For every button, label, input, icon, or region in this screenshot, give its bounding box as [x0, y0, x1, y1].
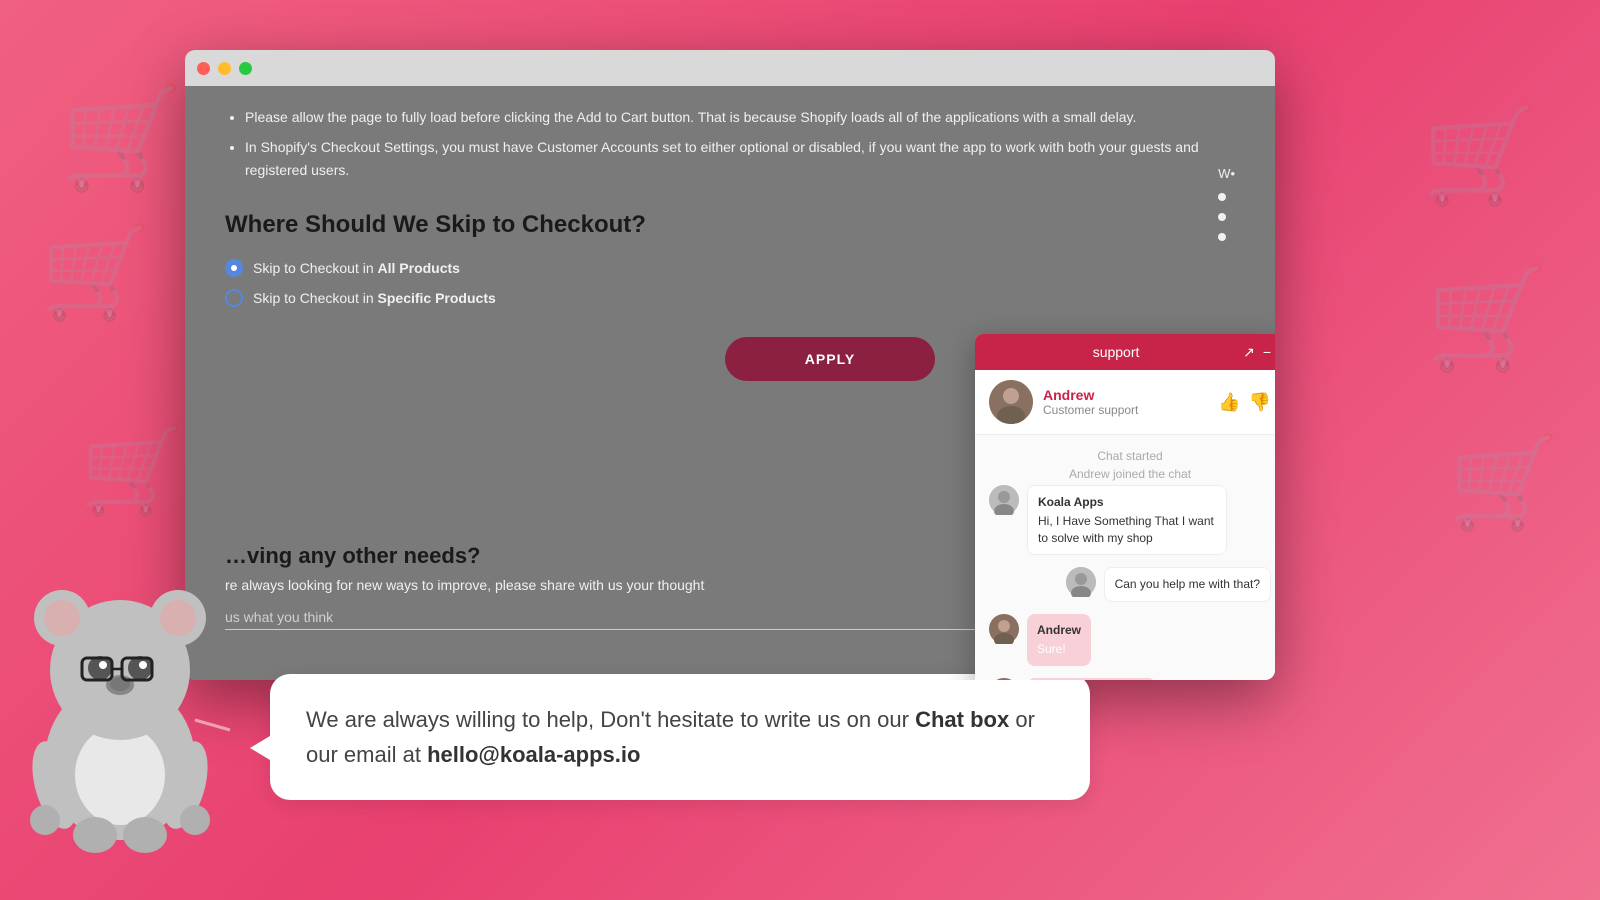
chat-body: Chat started Andrew joined the chat Koal…: [975, 435, 1275, 680]
agent-dislike-button[interactable]: 👎: [1249, 392, 1271, 413]
radio-all-products[interactable]: Skip to Checkout in All Products: [225, 259, 1235, 277]
bg-cart-icon-4: 🛒: [1422, 100, 1540, 211]
chat-message-1: Koala Apps Hi, I Have Something That I w…: [989, 485, 1271, 555]
chat-bubble-4: How can I help you?: [1027, 678, 1156, 680]
right-bullets: W•: [1218, 166, 1235, 253]
support-expand-button[interactable]: ↗: [1243, 345, 1255, 359]
speech-text-before: We are always willing to help, Don't hes…: [306, 707, 915, 732]
agent-role: Customer support: [1043, 403, 1208, 417]
skip-checkout-title: Where Should We Skip to Checkout?: [225, 211, 1235, 239]
radio-group: Skip to Checkout in All Products Skip to…: [225, 259, 1235, 307]
right-bullet-2: [1218, 193, 1235, 201]
chat-box-label: Chat box: [915, 707, 1009, 732]
traffic-light-yellow[interactable]: [218, 62, 231, 75]
support-minimize-button[interactable]: −: [1263, 345, 1271, 359]
chat-bubble-2: Can you help me with that?: [1104, 567, 1271, 602]
agent-like-button[interactable]: 👍: [1218, 392, 1240, 413]
chat-avatar-andrew-2: [989, 678, 1019, 680]
bullet-item-1: Please allow the page to fully load befo…: [245, 106, 1235, 128]
browser-content: Please allow the page to fully load befo…: [185, 86, 1275, 680]
apply-button[interactable]: APPLY: [725, 337, 935, 381]
email-label: hello@koala-apps.io: [427, 742, 640, 767]
radio-label-specific: Skip to Checkout in Specific Products: [253, 290, 496, 306]
bg-cart-icon-2: 🛒: [40, 220, 152, 325]
agent-name: Andrew: [1043, 387, 1208, 403]
chat-status-joined: Andrew joined the chat: [989, 467, 1271, 481]
radio-specific-products[interactable]: Skip to Checkout in Specific Products: [225, 289, 1235, 307]
agent-avatar: [989, 380, 1033, 424]
agent-info: Andrew Customer support: [1043, 387, 1208, 417]
support-controls: ↗ −: [1243, 345, 1271, 359]
support-widget: support ↗ − Andrew Customer: [975, 334, 1275, 680]
browser-titlebar: [185, 50, 1275, 86]
right-bullet-1: W•: [1218, 166, 1235, 181]
chat-avatar-koala: [989, 485, 1019, 515]
info-bullet-list: Please allow the page to fully load befo…: [225, 106, 1235, 181]
right-bullet-3: [1218, 213, 1235, 221]
bg-cart-icon-1: 🛒: [60, 80, 185, 197]
agent-bar: Andrew Customer support 👍 👎: [975, 370, 1275, 435]
koala-mascot: [0, 520, 300, 900]
chat-avatar-andrew-1: [989, 614, 1019, 644]
chat-bubble-1: Koala Apps Hi, I Have Something That I w…: [1027, 485, 1227, 555]
support-header: support ↗ −: [975, 334, 1275, 370]
support-title: support: [989, 344, 1243, 360]
bg-cart-icon-3: 🛒: [80, 420, 186, 520]
chat-text-1: Hi, I Have Something That I want to solv…: [1038, 514, 1214, 545]
koala-svg: [0, 520, 240, 860]
chat-message-2: Can you help me with that?: [989, 567, 1271, 602]
chat-message-4: How can I help you?: [989, 678, 1271, 680]
chat-sender-1: Koala Apps: [1038, 494, 1216, 511]
chat-message-3: Andrew Sure!: [989, 614, 1271, 666]
bg-cart-icon-5: 🛒: [1425, 260, 1550, 377]
radio-label-all: Skip to Checkout in All Products: [253, 260, 460, 276]
speech-bubble: We are always willing to help, Don't hes…: [270, 674, 1090, 800]
chat-avatar-right-1: [1066, 567, 1096, 597]
chat-status-started: Chat started: [989, 449, 1271, 463]
bullet-item-2: In Shopify's Checkout Settings, you must…: [245, 136, 1235, 181]
radio-circle-all[interactable]: [225, 259, 243, 277]
traffic-light-green[interactable]: [239, 62, 252, 75]
radio-circle-specific[interactable]: [225, 289, 243, 307]
chat-sender-3: Andrew: [1037, 622, 1081, 639]
right-bullet-4: [1218, 233, 1235, 241]
chat-text-2: Can you help me with that?: [1115, 577, 1260, 591]
browser-window: Please allow the page to fully load befo…: [185, 50, 1275, 680]
traffic-light-red[interactable]: [197, 62, 210, 75]
chat-text-3: Sure!: [1037, 642, 1066, 656]
agent-actions: 👍 👎: [1218, 392, 1271, 413]
chat-bubble-3: Andrew Sure!: [1027, 614, 1091, 666]
bg-cart-icon-6: 🛒: [1448, 430, 1560, 535]
